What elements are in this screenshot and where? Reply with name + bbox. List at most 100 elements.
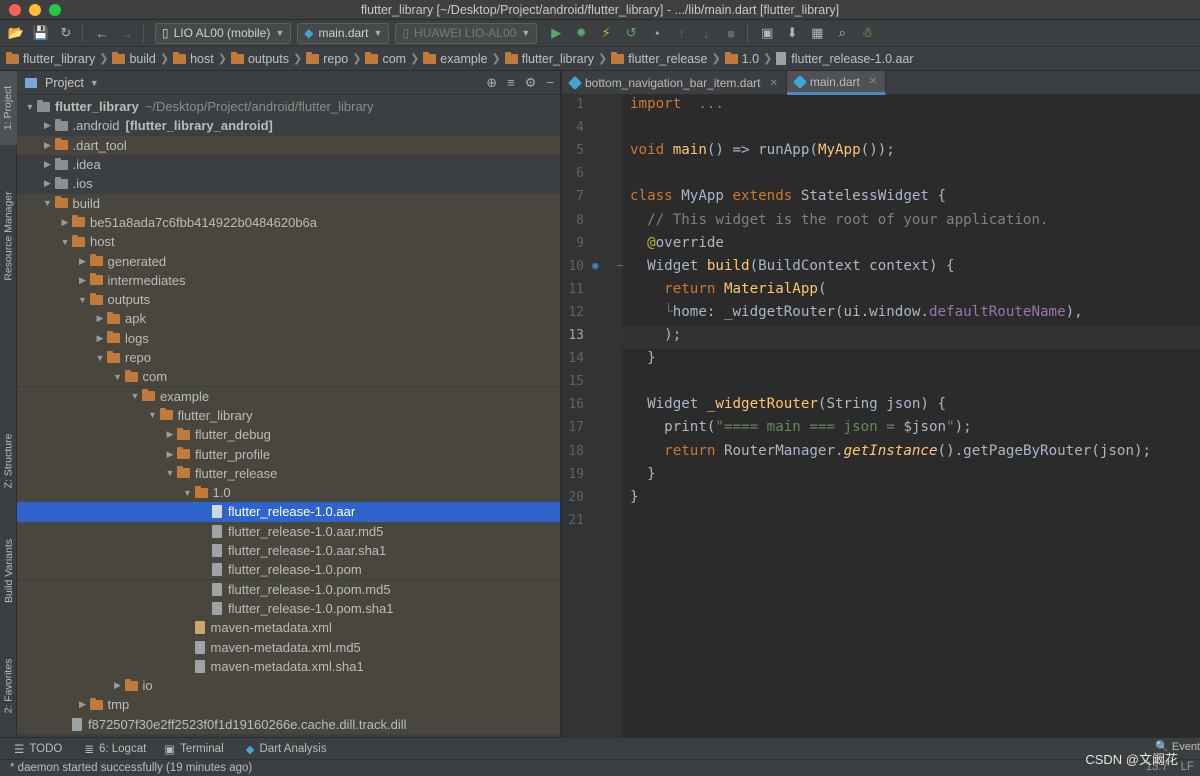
code-line[interactable]: class MyApp extends StatelessWidget { <box>630 188 946 204</box>
tree-item[interactable]: ▼ build <box>17 193 560 213</box>
tree-item[interactable]: ▶ logs <box>17 328 560 348</box>
code-line[interactable]: void main() => runApp(MyApp()); <box>630 142 895 158</box>
stop-icon[interactable]: ■ <box>720 23 742 43</box>
attach-icon[interactable]: ↑ <box>670 23 692 43</box>
breadcrumb-item[interactable]: flutter_library <box>504 51 594 66</box>
run-config-selector[interactable]: ◆ main.dart ▼ <box>297 22 390 44</box>
save-icon[interactable]: 💾 <box>30 23 52 43</box>
tree-item[interactable]: ▼ com <box>17 367 560 387</box>
tree-item[interactable]: ▼ flutter_release <box>17 463 560 483</box>
tree-item[interactable]: ▼ host <box>17 232 560 252</box>
expand-right-icon[interactable]: ▶ <box>163 449 177 460</box>
project-structure-icon[interactable]: ▦ <box>806 23 828 43</box>
tree-item[interactable]: flutter_release-1.0.aar.md5 <box>17 521 560 541</box>
expand-right-icon[interactable]: ▶ <box>93 333 107 344</box>
fold-icon[interactable]: − <box>617 259 624 272</box>
close-icon[interactable]: ✕ <box>869 76 877 87</box>
expand-right-icon[interactable]: ▶ <box>76 256 90 267</box>
editor-tab[interactable]: bottom_navigation_bar_item.dart ✕ <box>562 71 787 95</box>
expand-right-icon[interactable]: ▶ <box>41 140 55 151</box>
debug-icon[interactable]: ✹ <box>570 23 592 43</box>
breadcrumb-item[interactable]: repo <box>306 51 348 66</box>
tool-tab-favorites[interactable]: 2: Favorites <box>0 641 17 731</box>
code-line[interactable]: Widget build(BuildContext context) { <box>630 258 955 274</box>
tool-tab-project[interactable]: 1: Project <box>0 71 17 145</box>
tree-item[interactable]: flutter_release-1.0.pom.sha1 <box>17 598 560 619</box>
tree-item[interactable]: ▼ 1.0 <box>17 483 560 503</box>
code-line[interactable]: } <box>630 466 656 482</box>
tool-tab-resource-manager[interactable]: Resource Manager <box>0 171 17 301</box>
expand-right-icon[interactable]: ▶ <box>41 159 55 170</box>
code-line[interactable]: } <box>630 489 639 505</box>
tree-item[interactable]: flutter_release-1.0.pom.md5 <box>17 579 560 599</box>
tree-item[interactable]: ▶ .dart_tool <box>17 135 560 155</box>
tree-item[interactable]: maven-metadata.xml <box>17 618 560 638</box>
close-icon[interactable]: ✕ <box>769 78 777 89</box>
expand-down-icon[interactable]: ▼ <box>23 102 37 112</box>
tree-item[interactable]: ▶ .ios <box>17 174 560 193</box>
tool-tab-structure[interactable]: Z: Structure <box>0 421 17 501</box>
breadcrumb-item[interactable]: flutter_library <box>6 51 95 66</box>
tree-item[interactable]: ▼ outputs <box>17 290 560 310</box>
tree-item[interactable]: flutter_release-1.0.aar <box>17 502 560 522</box>
tree-item[interactable]: flutter_release-1.0.pom <box>17 560 560 580</box>
profile-icon[interactable]: ◔ <box>645 23 667 43</box>
open-folder-icon[interactable]: 📂 <box>5 23 27 43</box>
tree-item[interactable]: ▶ be51a8ada7c6fbb414922b0484620b6a <box>17 212 560 233</box>
tree-item[interactable]: maven-metadata.xml.md5 <box>17 637 560 657</box>
tree-item[interactable]: ▼ repo <box>17 347 560 368</box>
code-line[interactable]: └home: _widgetRouter(ui.window.defaultRo… <box>630 304 1083 320</box>
code-line[interactable]: @override <box>630 235 724 251</box>
tree-item[interactable]: flutter_release-1.0.aar.sha1 <box>17 540 560 561</box>
expand-down-icon[interactable]: ▼ <box>111 372 125 382</box>
gear-icon[interactable]: ⚙ <box>525 75 537 91</box>
expand-down-icon[interactable]: ▼ <box>128 391 142 401</box>
forward-icon[interactable]: → <box>116 23 138 43</box>
code-line[interactable]: return MaterialApp( <box>630 281 826 297</box>
breadcrumb-item[interactable]: com <box>365 51 406 66</box>
expand-down-icon[interactable]: ▼ <box>181 488 195 498</box>
tree-item[interactable]: f872507f30e2ff2523f0f1d19160266e.cache.d… <box>17 714 560 734</box>
code-line[interactable]: } <box>630 350 656 366</box>
hot-reload-icon[interactable]: ⚡ <box>595 23 617 43</box>
tree-item[interactable]: ▶ .android [flutter_library_android] <box>17 116 560 135</box>
tree-item[interactable]: ▶ apk <box>17 309 560 329</box>
tree-item[interactable]: ▶ generated <box>17 251 560 271</box>
code-line[interactable]: Widget _widgetRouter(String json) { <box>630 396 946 412</box>
expand-right-icon[interactable]: ▶ <box>76 275 90 286</box>
expand-right-icon[interactable]: ▶ <box>163 429 177 440</box>
expand-right-icon[interactable]: ▶ <box>58 217 72 228</box>
tree-item[interactable]: maven-metadata.xml.sha1 <box>17 656 560 676</box>
code-line[interactable]: import ... <box>630 96 724 112</box>
expand-down-icon[interactable]: ▼ <box>146 410 160 420</box>
hot-restart-icon[interactable]: ↺ <box>620 23 642 43</box>
tree-item[interactable]: ▶ .idea <box>17 155 560 174</box>
run-icon[interactable]: ▶ <box>545 23 567 43</box>
line-separator[interactable]: LF <box>1181 761 1194 773</box>
search-icon[interactable]: ⌕ <box>831 23 853 43</box>
expand-right-icon[interactable]: ▶ <box>41 178 55 189</box>
hide-icon[interactable]: − <box>546 75 554 91</box>
tool-todo[interactable]: ☰ TODO <box>14 742 62 756</box>
sync-icon[interactable]: ↻ <box>55 23 77 43</box>
breadcrumb-item[interactable]: outputs <box>230 51 289 66</box>
tree-item[interactable]: ▶ intermediates <box>17 270 560 290</box>
code-line[interactable]: ); <box>630 327 681 343</box>
code-editor[interactable]: 1 import ... 4 5 void main() => runApp(MyApp… <box>562 95 1200 737</box>
code-line[interactable]: // This widget is the root of your appli… <box>630 212 1048 228</box>
tree-item[interactable]: ▼ example <box>17 386 560 406</box>
breadcrumb-item[interactable]: host <box>173 51 214 66</box>
project-view-selector[interactable]: Project <box>45 76 84 90</box>
expand-right-icon[interactable]: ▶ <box>41 120 55 131</box>
tree-item[interactable]: ▶ flutter_profile <box>17 444 560 464</box>
breadcrumb-item[interactable]: build <box>112 51 156 66</box>
chevron-down-icon[interactable]: ▼ <box>90 78 99 88</box>
coverage-icon[interactable]: ↓ <box>695 23 717 43</box>
tree-item[interactable]: ▶ flutter_debug <box>17 425 560 445</box>
code-line[interactable]: print("==== main === json = $json"); <box>630 419 972 435</box>
tree-item[interactable]: ▼ flutter_library ~/Desktop/Project/androi… <box>17 97 560 116</box>
back-icon[interactable]: ← <box>91 23 113 43</box>
tool-terminal[interactable]: ▣ Terminal <box>164 742 223 756</box>
expand-down-icon[interactable]: ▼ <box>58 237 72 247</box>
collapse-all-icon[interactable]: ≡ <box>507 75 515 91</box>
